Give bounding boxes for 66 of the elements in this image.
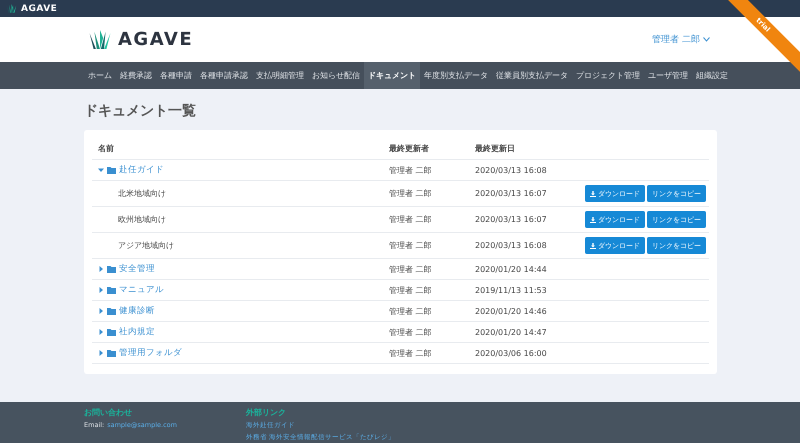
caret-right-icon[interactable] xyxy=(98,308,104,314)
nav-tab[interactable]: 組織設定 xyxy=(692,62,732,89)
footer-heading: 外部リンク xyxy=(246,407,287,418)
document-name: 欧州地域向け xyxy=(118,214,166,225)
nav-tab[interactable]: お知らせ配信 xyxy=(308,62,364,89)
date-cell-text: 2020/01/20 14:47 xyxy=(475,328,548,336)
nav-tab[interactable]: ユーザ管理 xyxy=(644,62,692,89)
updater-cell-text: 管理者 二郎 xyxy=(389,164,433,176)
folder-icon xyxy=(107,266,116,272)
agave-logo-icon xyxy=(88,30,112,50)
date-cell-text: 2020/03/13 16:08 xyxy=(475,166,548,174)
nav-tab[interactable]: 年度別支払データ xyxy=(420,62,492,89)
folder-icon xyxy=(107,308,116,314)
nav-tab[interactable]: 支払明細管理 xyxy=(252,62,308,89)
download-icon xyxy=(590,242,596,248)
date-cell-text: 2019/11/13 11:53 xyxy=(475,286,548,294)
caret-right-icon[interactable] xyxy=(98,350,104,356)
folder-link[interactable]: 安全管理 xyxy=(119,263,155,275)
page-title: ドキュメント一覧 xyxy=(84,102,197,120)
updater-cell-text: 管理者 二郎 xyxy=(389,306,433,316)
footer-heading: お問い合わせ xyxy=(84,407,133,418)
nav-tab[interactable]: 経費承認 xyxy=(116,62,156,89)
folder-link[interactable]: 管理用フォルダ xyxy=(119,347,182,359)
column-header: 名前 xyxy=(98,143,114,154)
updater-cell-text: 管理者 二郎 xyxy=(389,284,433,296)
chevron-down-icon xyxy=(703,37,710,42)
caret-right-icon[interactable] xyxy=(98,329,104,335)
nav-tab[interactable]: ドキュメント xyxy=(364,62,420,89)
folder-link[interactable]: マニュアル xyxy=(119,284,164,296)
folder-icon xyxy=(107,350,116,356)
date-cell-text: 2020/03/13 16:08 xyxy=(475,241,548,250)
download-icon xyxy=(590,190,596,196)
updater-cell-text: 管理者 二郎 xyxy=(389,326,433,338)
folder-icon xyxy=(107,166,116,174)
date-cell-text: 2020/03/13 16:07 xyxy=(475,189,548,198)
column-header: 最終更新日 xyxy=(475,143,516,154)
date-cell-text: 2020/01/20 14:44 xyxy=(475,264,548,274)
nav-tab[interactable]: プロジェクト管理 xyxy=(572,62,644,89)
folder-link[interactable]: 健康診断 xyxy=(119,305,155,317)
folder-icon xyxy=(107,286,116,294)
updater-cell-text: 管理者 二郎 xyxy=(389,240,433,251)
date-cell-text: 2020/03/13 16:07 xyxy=(475,215,548,224)
caret-right-icon[interactable] xyxy=(98,287,104,293)
updater-cell-text: 管理者 二郎 xyxy=(389,348,433,358)
brand-name: AGAVE xyxy=(21,4,58,14)
date-cell-text: 2020/03/06 16:00 xyxy=(475,348,548,358)
document-name: 北米地域向け xyxy=(118,188,166,199)
nav-tab[interactable]: 各種申請承認 xyxy=(196,62,252,89)
agave-logo-icon xyxy=(6,4,17,13)
column-header: 最終更新者 xyxy=(389,143,430,154)
download-icon xyxy=(590,216,596,222)
caret-down-icon[interactable] xyxy=(98,167,104,173)
user-menu[interactable]: 管理者 二郎 xyxy=(652,33,710,46)
nav-tab[interactable]: 従業員別支払データ xyxy=(492,62,572,89)
updater-cell-text: 管理者 二郎 xyxy=(389,214,433,225)
folder-link[interactable]: 赴任ガイド xyxy=(119,164,164,176)
caret-right-icon[interactable] xyxy=(98,266,104,272)
folder-link[interactable]: 社内規定 xyxy=(119,326,155,338)
nav-tab[interactable]: 各種申請 xyxy=(156,62,196,89)
folder-icon xyxy=(107,328,116,336)
updater-cell-text: 管理者 二郎 xyxy=(389,264,433,274)
date-cell-text: 2020/01/20 14:46 xyxy=(475,306,548,316)
brand-name: AGAVE xyxy=(118,29,194,50)
updater-cell-text: 管理者 二郎 xyxy=(389,188,433,199)
document-name: アジア地域向け xyxy=(118,240,174,251)
nav-tab[interactable]: ホーム xyxy=(84,62,116,89)
